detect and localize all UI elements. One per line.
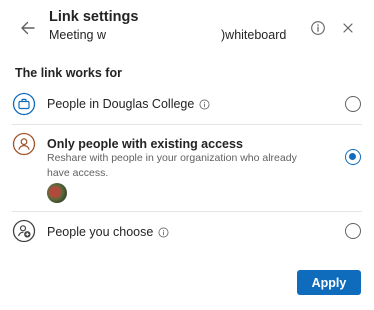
dialog-header: Link settings Meeting w )whiteboard	[0, 0, 374, 52]
option-people-you-choose-label: People you choose	[47, 225, 169, 239]
subtitle-right: )whiteboard	[221, 28, 287, 42]
section-label: The link works for	[15, 66, 122, 80]
person-circle-icon	[12, 132, 36, 156]
info-icon[interactable]	[199, 99, 210, 110]
dialog-title: Link settings	[49, 9, 139, 25]
option-people-you-choose-text: People you choose	[47, 225, 154, 239]
option-people-you-choose[interactable]: People you choose	[0, 212, 374, 252]
back-button[interactable]	[18, 18, 38, 38]
avatar	[47, 183, 67, 203]
option-organization-text: People in Douglas College	[47, 97, 195, 111]
option-organization[interactable]: People in Douglas College	[0, 86, 374, 124]
briefcase-icon	[12, 92, 36, 116]
close-button[interactable]	[340, 20, 356, 36]
close-icon	[343, 23, 353, 33]
people-choose-icon	[12, 219, 36, 243]
option-existing-access-description: Reshare with people in your organization…	[47, 152, 297, 179]
radio-people-you-choose[interactable]	[345, 223, 361, 239]
radio-organization[interactable]	[345, 96, 361, 112]
info-button[interactable]	[310, 20, 326, 36]
info-icon[interactable]	[158, 227, 169, 238]
option-existing-access-label: Only people with existing access	[47, 137, 243, 151]
apply-button[interactable]: Apply	[297, 270, 361, 295]
info-icon	[311, 21, 325, 35]
option-organization-label: People in Douglas College	[47, 97, 210, 111]
subtitle-left: Meeting w	[49, 28, 106, 42]
radio-existing-access[interactable]	[345, 149, 361, 165]
arrow-left-icon	[21, 21, 35, 35]
